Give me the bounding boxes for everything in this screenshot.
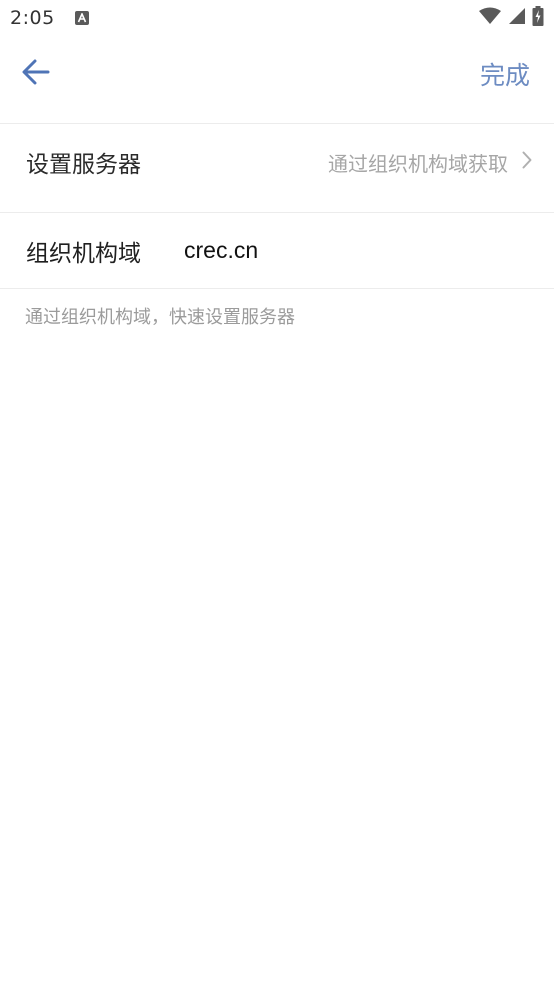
status-left: 2:05 xyxy=(10,7,89,29)
cellular-signal-icon xyxy=(508,7,526,29)
done-button[interactable]: 完成 xyxy=(480,56,530,92)
section-gap xyxy=(0,199,554,212)
org-domain-input[interactable] xyxy=(184,237,524,264)
a-badge-icon xyxy=(74,11,89,25)
status-bar: 2:05 xyxy=(0,0,554,36)
status-time: 2:05 xyxy=(10,7,55,29)
wifi-icon xyxy=(478,7,502,29)
hint-text: 通过组织机构域，快速设置服务器 xyxy=(25,307,295,328)
set-server-value-group: 通过组织机构域获取 xyxy=(328,148,532,177)
status-right xyxy=(478,6,544,30)
toolbar: 完成 xyxy=(0,36,554,112)
chevron-right-icon xyxy=(522,151,532,173)
org-domain-row: 组织机构域 xyxy=(0,213,554,288)
divider xyxy=(0,123,554,124)
set-server-row[interactable]: 设置服务器 通过组织机构域获取 xyxy=(0,125,554,199)
set-server-value: 通过组织机构域获取 xyxy=(328,151,508,176)
set-server-title: 设置服务器 xyxy=(26,152,141,178)
screen: 2:05 完成 设置服务器 通过组织机构域获取 组织机构域 crec.cn 通过… xyxy=(0,0,554,985)
org-domain-label: 组织机构域 xyxy=(26,240,141,267)
battery-charging-icon xyxy=(532,6,544,30)
back-button[interactable] xyxy=(22,56,58,92)
divider xyxy=(0,288,554,289)
arrow-left-icon xyxy=(22,59,50,89)
